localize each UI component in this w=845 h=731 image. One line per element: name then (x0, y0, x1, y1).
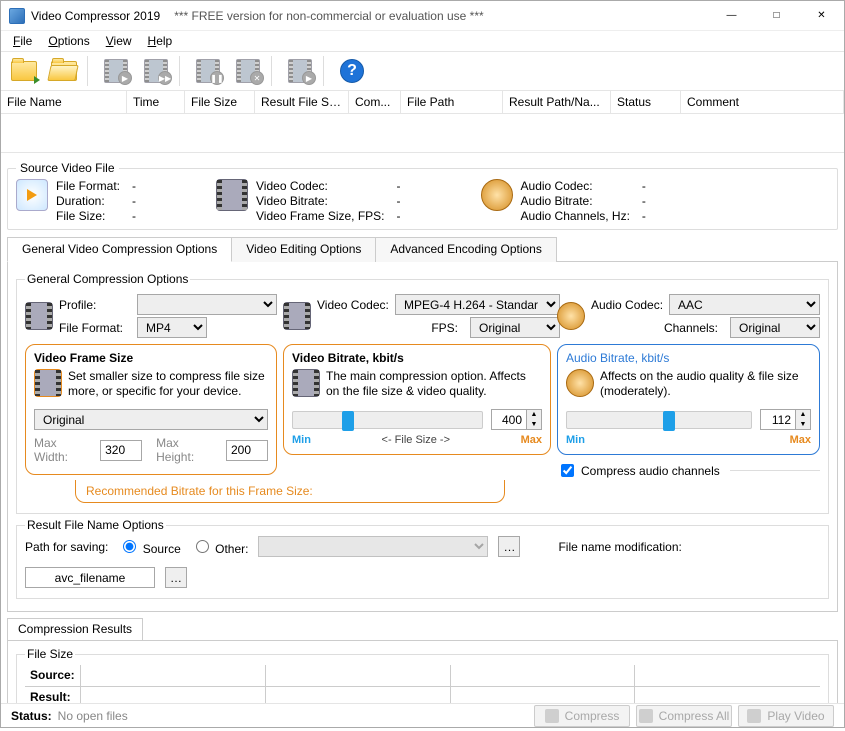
path-other-radio[interactable]: Other: (191, 537, 249, 556)
menu-file[interactable]: File (5, 32, 40, 50)
window-title: Video Compressor 2019 (31, 9, 160, 23)
path-other-select (258, 536, 488, 557)
speaker-icon (481, 179, 513, 211)
maximize-button[interactable]: □ (754, 1, 799, 30)
col-filesize[interactable]: File Size (185, 91, 255, 113)
speaker-icon (557, 302, 585, 330)
tab-editing[interactable]: Video Editing Options (231, 237, 376, 262)
path-source-radio[interactable]: Source (118, 537, 180, 556)
col-result-size[interactable]: Result File Size (255, 91, 349, 113)
options-tab-body: General Compression Options Profile: Fil… (7, 262, 838, 612)
audio-bitrate-box: Audio Bitrate, kbit/s Affects on the aud… (557, 344, 820, 455)
close-button[interactable]: ✕ (799, 1, 844, 30)
speaker-icon (566, 369, 594, 397)
filelist-header: File Name Time File Size Result File Siz… (1, 91, 844, 114)
source-file-legend: Source Video File (16, 161, 119, 175)
video-codec-select[interactable]: MPEG-4 H.264 - Standar (395, 294, 560, 315)
options-tabs: General Video Compression Options Video … (7, 236, 838, 262)
video-bitrate-slider[interactable] (292, 411, 483, 429)
filename-mod-input[interactable] (25, 567, 155, 588)
file-format-select[interactable]: MP4 (137, 317, 207, 338)
title-bar: Video Compressor 2019 *** FREE version f… (1, 1, 844, 31)
window-subtitle: *** FREE version for non-commercial or e… (174, 9, 483, 23)
menu-help[interactable]: Help (140, 32, 181, 50)
col-comment[interactable]: Comment (681, 91, 844, 113)
result-filename-group: Result File Name Options Path for saving… (16, 518, 829, 599)
stop-button[interactable]: ✕ (229, 54, 267, 88)
audio-bitrate-input[interactable] (760, 409, 796, 430)
path-browse-button[interactable]: … (498, 536, 520, 557)
audio-bitrate-stepper[interactable]: ▲▼ (760, 409, 811, 430)
film-icon (292, 369, 320, 397)
channels-select[interactable]: Original (730, 317, 820, 338)
menu-view[interactable]: View (98, 32, 140, 50)
film-icon (25, 302, 53, 330)
tab-general[interactable]: General Video Compression Options (7, 237, 232, 262)
video-bitrate-input[interactable] (491, 409, 527, 430)
fps-select[interactable]: Original (470, 317, 560, 338)
compress-all-button[interactable]: Compress All (636, 705, 732, 727)
video-bitrate-box: Video Bitrate, kbit/s The main compressi… (283, 344, 551, 455)
filename-mod-button[interactable]: … (165, 567, 187, 588)
source-file-group: Source Video File File Format:- Duration… (7, 161, 838, 230)
audio-codec-select[interactable]: AAC (669, 294, 820, 315)
filelist-body[interactable] (1, 114, 844, 150)
minimize-button[interactable]: — (709, 1, 754, 30)
frame-size-select[interactable]: Original (34, 409, 268, 430)
compress-all-button[interactable]: ▶▶ (137, 54, 175, 88)
menu-bar: File Options View Help (1, 31, 844, 51)
film-icon (283, 302, 311, 330)
tab-advanced[interactable]: Advanced Encoding Options (375, 237, 556, 262)
col-result-path[interactable]: Result Path/Na... (503, 91, 611, 113)
frame-size-box: Video Frame Size Set smaller size to com… (25, 344, 277, 475)
film-icon (216, 179, 248, 211)
max-height-input[interactable] (226, 440, 268, 461)
open-folder-button[interactable] (45, 54, 83, 88)
resize-icon (34, 369, 62, 397)
video-bitrate-stepper[interactable]: ▲▼ (491, 409, 542, 430)
profile-select[interactable] (137, 294, 277, 315)
play-video-button[interactable]: Play Video (738, 705, 834, 727)
pause-button[interactable]: ❚❚ (189, 54, 227, 88)
help-button[interactable]: ? (333, 54, 371, 88)
play-icon (16, 179, 48, 211)
open-file-button[interactable] (5, 54, 43, 88)
col-filepath[interactable]: File Path (401, 91, 503, 113)
compress-button[interactable]: Compress (534, 705, 630, 727)
max-width-input[interactable] (100, 440, 142, 461)
menu-options[interactable]: Options (40, 32, 97, 50)
tab-results[interactable]: Compression Results (7, 618, 143, 640)
play-video-button[interactable]: ▶ (281, 54, 319, 88)
col-compression[interactable]: Com... (349, 91, 401, 113)
col-status[interactable]: Status (611, 91, 681, 113)
col-filename[interactable]: File Name (1, 91, 127, 113)
app-icon (9, 8, 25, 24)
recommended-bitrate-bar: Recommended Bitrate for this Frame Size: (75, 480, 505, 503)
compress-audio-checkbox[interactable] (561, 464, 574, 477)
toolbar: ▶ ▶▶ ❚❚ ✕ ▶ ? (1, 51, 844, 91)
general-compression-group: General Compression Options Profile: Fil… (16, 272, 829, 514)
col-time[interactable]: Time (127, 91, 185, 113)
audio-bitrate-slider[interactable] (566, 411, 752, 429)
compress-one-button[interactable]: ▶ (97, 54, 135, 88)
status-bar: Status: No open files Compress Compress … (1, 703, 844, 727)
